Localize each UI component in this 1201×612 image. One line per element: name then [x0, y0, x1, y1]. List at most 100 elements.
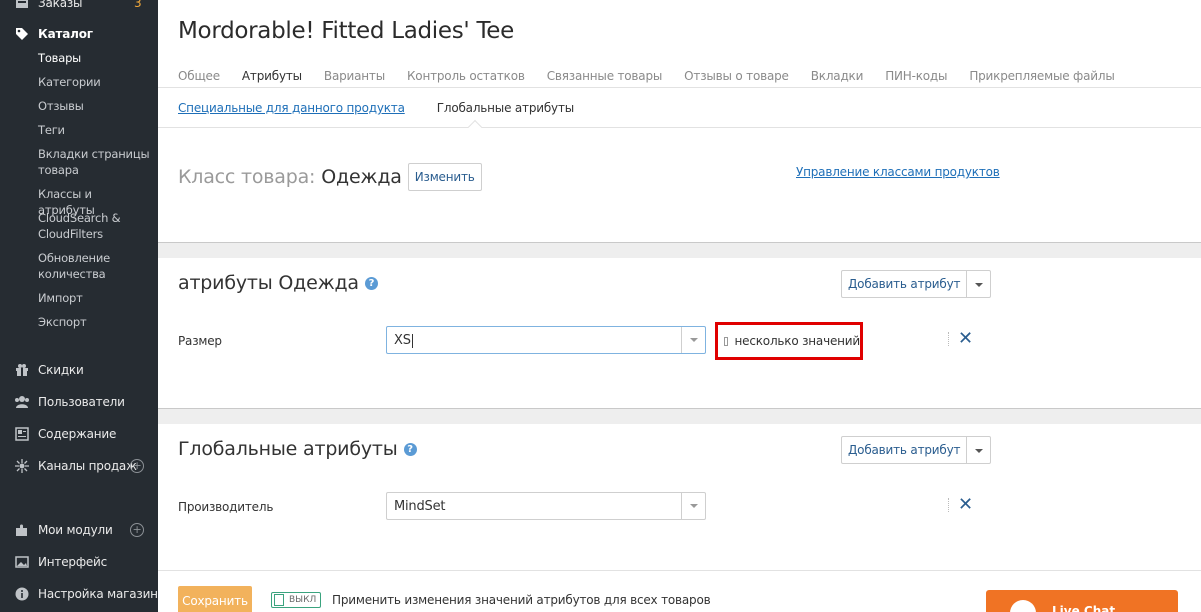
save-button[interactable]: Сохранить — [178, 586, 252, 612]
add-global-attribute-button[interactable]: Добавить атрибут — [841, 436, 968, 464]
apply-all-toggle[interactable]: ВЫКЛ — [271, 592, 321, 608]
help-icon[interactable]: ? — [364, 276, 378, 290]
sidebar-item-sales-channels[interactable]: Каналы продаж + — [0, 458, 158, 474]
tag-icon — [14, 26, 30, 42]
tabs-divider — [158, 87, 1201, 88]
subtabs-divider — [158, 127, 1201, 128]
tab-inventory[interactable]: Контроль остатков — [407, 69, 525, 83]
section-separator — [158, 408, 1201, 424]
gift-icon — [14, 362, 30, 378]
subtab-global-attributes[interactable]: Глобальные атрибуты — [437, 101, 574, 115]
toggle-knob — [274, 594, 284, 606]
manufacturer-label: Производитель — [178, 500, 274, 514]
footer-divider — [158, 570, 1201, 571]
manage-product-classes-link[interactable]: Управление классами продуктов — [796, 165, 1000, 179]
add-module-icon[interactable]: + — [130, 523, 144, 537]
tab-attachments[interactable]: Прикрепляемые файлы — [969, 69, 1114, 83]
subtab-product-specific[interactable]: Специальные для данного продукта — [178, 101, 405, 115]
tab-product-reviews[interactable]: Отзывы о товаре — [684, 69, 789, 83]
add-global-attribute-group: Добавить атрибут — [841, 436, 992, 464]
livechat-label: Live Chat — [1052, 604, 1116, 612]
page-title: Mordorable! Fitted Ladies' Tee — [178, 18, 515, 44]
product-tabs: Общее Атрибуты Варианты Контроль остатко… — [178, 69, 1137, 83]
sidebar-item-catalog[interactable]: Каталог — [0, 26, 158, 42]
add-global-attribute-dropdown[interactable] — [967, 436, 992, 464]
manufacturer-select[interactable]: MindSet — [386, 492, 706, 520]
chevron-down-icon[interactable] — [681, 327, 705, 353]
global-attributes-heading: Глобальные атрибуты — [178, 438, 398, 460]
sidebar-subitem-cloudsearch[interactable]: CloudSearch & CloudFilters — [38, 210, 150, 242]
sidebar-item-discounts[interactable]: Скидки — [0, 362, 158, 378]
sidebar-item-users[interactable]: Пользователи — [0, 394, 158, 410]
main-content: Mordorable! Fitted Ladies' Tee Общее Атр… — [158, 0, 1201, 612]
livechat-logo-icon — [1010, 600, 1036, 612]
product-class-value: Одежда — [321, 166, 402, 188]
drag-handle-icon[interactable] — [948, 498, 951, 512]
multiple-values-highlight: несколько значений — [715, 322, 863, 360]
help-icon[interactable]: ? — [403, 442, 417, 456]
remove-size-attribute-icon[interactable]: ✕ — [958, 330, 973, 348]
sidebar-item-label: Мои модули — [38, 523, 113, 537]
sidebar-item-label: Каталог — [38, 27, 93, 41]
sidebar-subitem-reviews[interactable]: Отзывы — [38, 98, 150, 114]
sidebar-item-label: Пользователи — [38, 395, 125, 409]
content-icon — [14, 426, 30, 442]
sidebar-subitem-products[interactable]: Товары — [38, 50, 150, 66]
sidebar-item-label: Каналы продаж — [38, 459, 137, 473]
tab-related-products[interactable]: Связанные товары — [547, 69, 663, 83]
size-label: Размер — [178, 334, 222, 348]
apply-all-label: Применить изменения значений атрибутов д… — [332, 593, 711, 607]
sidebar-item-content[interactable]: Содержание — [0, 426, 158, 442]
sidebar-item-label: Настройка магазина — [38, 587, 165, 601]
add-attribute-button[interactable]: Добавить атрибут — [841, 270, 968, 298]
users-icon — [14, 394, 30, 410]
toggle-state-label: ВЫКЛ — [289, 595, 317, 605]
sidebar-subitem-quantity-update[interactable]: Обновление количества — [38, 250, 150, 282]
sidebar-item-store-settings[interactable]: Настройка магазина — [0, 586, 165, 602]
section-separator — [158, 242, 1201, 258]
sidebar-item-orders[interactable]: Заказы 3 — [0, 0, 158, 11]
sidebar-subitem-export[interactable]: Экспорт — [38, 314, 150, 330]
sidebar-subitem-categories[interactable]: Категории — [38, 74, 150, 90]
info-icon — [14, 586, 30, 602]
tab-variants[interactable]: Варианты — [324, 69, 385, 83]
class-attributes-title: атрибуты Одежда ? — [178, 272, 378, 294]
tab-attributes[interactable]: Атрибуты — [242, 69, 302, 83]
global-attributes-title: Глобальные атрибуты ? — [178, 438, 417, 460]
tab-general[interactable]: Общее — [178, 69, 220, 83]
change-class-button[interactable]: Изменить — [407, 163, 482, 191]
sidebar-item-label: Заказы — [38, 0, 83, 10]
orders-icon — [14, 0, 30, 11]
drag-handle-icon[interactable] — [948, 332, 951, 346]
attribute-subtabs: Специальные для данного продукта Глобаль… — [178, 101, 606, 115]
multiple-values-label: несколько значений — [734, 334, 861, 348]
active-subtab-pointer — [467, 119, 483, 135]
add-attribute-dropdown[interactable] — [967, 270, 992, 298]
orders-count-badge: 3 — [134, 0, 142, 10]
sidebar-item-my-modules[interactable]: Мои модули + — [0, 522, 158, 538]
size-select[interactable]: XS — [386, 326, 706, 354]
product-class-label: Класс товара: — [178, 166, 316, 188]
puzzle-icon — [14, 522, 30, 538]
add-attribute-group: Добавить атрибут — [841, 270, 992, 298]
chevron-down-icon[interactable] — [681, 493, 705, 519]
remove-manufacturer-attribute-icon[interactable]: ✕ — [958, 496, 973, 514]
sidebar-subitem-import[interactable]: Импорт — [38, 290, 150, 306]
tab-tabs[interactable]: Вкладки — [811, 69, 864, 83]
multiple-values-checkbox[interactable] — [724, 336, 728, 346]
product-class-row: Класс товара: Одежда Изменить — [178, 163, 482, 191]
sidebar-item-label: Содержание — [38, 427, 117, 441]
class-attributes-heading: атрибуты Одежда — [178, 272, 359, 294]
channels-icon — [14, 458, 30, 474]
sidebar-item-interface[interactable]: Интерфейс — [0, 554, 158, 570]
sidebar-subitem-tags[interactable]: Теги — [38, 122, 150, 138]
sidebar-item-label: Скидки — [38, 363, 84, 377]
manufacturer-select-value: MindSet — [394, 499, 446, 514]
sidebar: Заказы 3 Каталог Товары Категории Отзывы… — [0, 0, 165, 612]
livechat-widget[interactable]: Live Chat — [986, 590, 1178, 612]
image-icon — [14, 554, 30, 570]
sidebar-subitem-product-tabs[interactable]: Вкладки страницы товара — [38, 146, 150, 178]
size-select-value: XS — [394, 333, 413, 348]
tab-pin-codes[interactable]: ПИН-коды — [885, 69, 947, 83]
add-channel-icon[interactable]: + — [130, 459, 144, 473]
